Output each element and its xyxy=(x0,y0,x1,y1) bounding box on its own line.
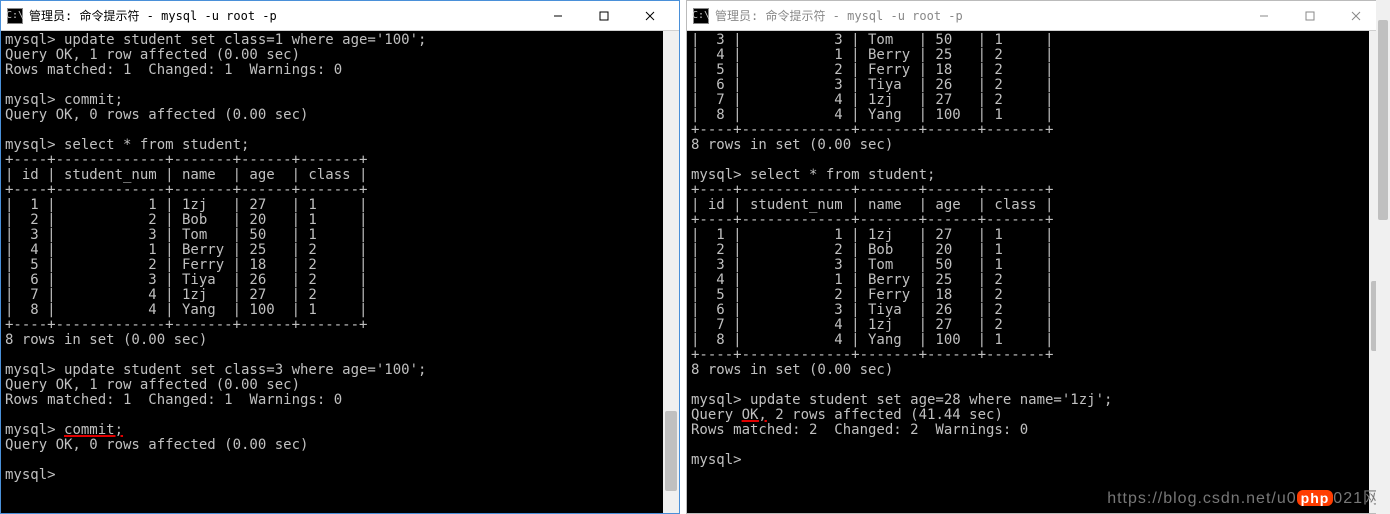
terminal-line: Query OK, 0 rows affected (0.00 sec) xyxy=(5,108,675,123)
terminal-line: | 6 | 3 | Tiya | 26 | 2 | xyxy=(691,78,1381,93)
watermark: https://blog.csdn.net/u0php021网 xyxy=(1107,484,1380,508)
terminal-left[interactable]: mysql> update student set class=1 where … xyxy=(1,31,679,513)
terminal-line: +----+-------------+-------+------+-----… xyxy=(5,183,675,198)
terminal-line: | 4 | 1 | Berry | 25 | 2 | xyxy=(691,273,1381,288)
terminal-line: mysql> select * from student; xyxy=(691,168,1381,183)
terminal-line: | 5 | 2 | Ferry | 18 | 2 | xyxy=(5,258,675,273)
cmd-window-right: C:\ 管理员: 命令提示符 - mysql -u root -p | 3 | … xyxy=(686,0,1386,514)
terminal-line xyxy=(5,348,675,363)
scrollbar-left[interactable] xyxy=(663,31,679,513)
terminal-line xyxy=(691,153,1381,168)
terminal-line: mysql> xyxy=(5,468,675,483)
terminal-line: | 5 | 2 | Ferry | 18 | 2 | xyxy=(691,288,1381,303)
terminal-line: Query OK, 1 row affected (0.00 sec) xyxy=(5,378,675,393)
terminal-line: | 3 | 3 | Tom | 50 | 1 | xyxy=(691,258,1381,273)
terminal-line: | 7 | 4 | 1zj | 27 | 2 | xyxy=(691,318,1381,333)
terminal-line: | 1 | 1 | 1zj | 27 | 1 | xyxy=(691,228,1381,243)
watermark-badge: php xyxy=(1297,490,1334,506)
window-title-right: 管理员: 命令提示符 - mysql -u root -p xyxy=(715,7,963,24)
terminal-line: | 8 | 4 | Yang | 100 | 1 | xyxy=(691,333,1381,348)
terminal-line: +----+-------------+-------+------+-----… xyxy=(5,318,675,333)
terminal-line: | 6 | 3 | Tiya | 26 | 2 | xyxy=(691,303,1381,318)
maximize-button[interactable] xyxy=(581,1,627,31)
terminal-line xyxy=(5,408,675,423)
terminal-line: | 2 | 2 | Bob | 20 | 1 | xyxy=(691,243,1381,258)
titlebar-right[interactable]: C:\ 管理员: 命令提示符 - mysql -u root -p xyxy=(687,1,1385,31)
terminal-line: | 8 | 4 | Yang | 100 | 1 | xyxy=(691,108,1381,123)
close-button[interactable] xyxy=(1333,1,1379,31)
minimize-button[interactable] xyxy=(1241,1,1287,31)
page-scroll-thumb[interactable] xyxy=(1378,20,1388,220)
terminal-line: mysql> commit; xyxy=(5,93,675,108)
terminal-line: Query OK, 2 rows affected (41.44 sec) xyxy=(691,408,1381,423)
terminal-line: +----+-------------+-------+------+-----… xyxy=(5,153,675,168)
terminal-line xyxy=(5,123,675,138)
terminal-line xyxy=(5,78,675,93)
minimize-button[interactable] xyxy=(535,1,581,31)
terminal-line: mysql> xyxy=(691,453,1381,468)
terminal-line: | 5 | 2 | Ferry | 18 | 2 | xyxy=(691,63,1381,78)
terminal-line: | id | student_num | name | age | class … xyxy=(5,168,675,183)
terminal-line: Rows matched: 2 Changed: 2 Warnings: 0 xyxy=(691,423,1381,438)
terminal-line xyxy=(5,453,675,468)
terminal-line: | 7 | 4 | 1zj | 27 | 2 | xyxy=(5,288,675,303)
terminal-line: 8 rows in set (0.00 sec) xyxy=(691,363,1381,378)
terminal-line xyxy=(691,378,1381,393)
terminal-line: | 3 | 3 | Tom | 50 | 1 | xyxy=(5,228,675,243)
terminal-line: mysql> update student set age=28 where n… xyxy=(691,393,1381,408)
terminal-line: +----+-------------+-------+------+-----… xyxy=(691,183,1381,198)
terminal-line: mysql> update student set class=1 where … xyxy=(5,33,675,48)
terminal-line: | 1 | 1 | 1zj | 27 | 1 | xyxy=(5,198,675,213)
terminal-line: 8 rows in set (0.00 sec) xyxy=(5,333,675,348)
window-title-left: 管理员: 命令提示符 - mysql -u root -p xyxy=(29,7,277,24)
terminal-line: | id | student_num | name | age | class … xyxy=(691,198,1381,213)
maximize-button[interactable] xyxy=(1287,1,1333,31)
terminal-line: Query OK, 1 row affected (0.00 sec) xyxy=(5,48,675,63)
terminal-line: Rows matched: 1 Changed: 1 Warnings: 0 xyxy=(5,393,675,408)
page-scrollbar[interactable] xyxy=(1376,0,1390,514)
titlebar-left[interactable]: C:\ 管理员: 命令提示符 - mysql -u root -p xyxy=(1,1,679,31)
terminal-line: 8 rows in set (0.00 sec) xyxy=(691,138,1381,153)
terminal-line: Query OK, 0 rows affected (0.00 sec) xyxy=(5,438,675,453)
terminal-line: | 4 | 1 | Berry | 25 | 2 | xyxy=(691,48,1381,63)
terminal-line: mysql> select * from student; xyxy=(5,138,675,153)
terminal-line: | 2 | 2 | Bob | 20 | 1 | xyxy=(5,213,675,228)
terminal-line: mysql> commit; xyxy=(5,423,675,438)
cmd-icon: C:\ xyxy=(693,8,709,24)
close-button[interactable] xyxy=(627,1,673,31)
watermark-post: 021网 xyxy=(1333,490,1380,507)
terminal-line xyxy=(691,438,1381,453)
terminal-right[interactable]: | 3 | 3 | Tom | 50 | 1 || 4 | 1 | Berry … xyxy=(687,31,1385,513)
terminal-line: | 8 | 4 | Yang | 100 | 1 | xyxy=(5,303,675,318)
terminal-line: +----+-------------+-------+------+-----… xyxy=(691,213,1381,228)
terminal-line: Rows matched: 1 Changed: 1 Warnings: 0 xyxy=(5,63,675,78)
terminal-line: +----+-------------+-------+------+-----… xyxy=(691,348,1381,363)
highlighted-text: OK, xyxy=(742,407,767,423)
watermark-pre: https://blog.csdn.net/u0 xyxy=(1107,490,1296,507)
terminal-line: mysql> update student set class=3 where … xyxy=(5,363,675,378)
terminal-line: | 7 | 4 | 1zj | 27 | 2 | xyxy=(691,93,1381,108)
highlighted-text: commit; xyxy=(64,422,123,438)
terminal-line: | 6 | 3 | Tiya | 26 | 2 | xyxy=(5,273,675,288)
terminal-line: | 3 | 3 | Tom | 50 | 1 | xyxy=(691,33,1381,48)
cmd-icon: C:\ xyxy=(7,8,23,24)
terminal-line: +----+-------------+-------+------+-----… xyxy=(691,123,1381,138)
scroll-thumb[interactable] xyxy=(665,411,677,491)
terminal-line: | 4 | 1 | Berry | 25 | 2 | xyxy=(5,243,675,258)
cmd-window-left: C:\ 管理员: 命令提示符 - mysql -u root -p mysql>… xyxy=(0,0,680,514)
